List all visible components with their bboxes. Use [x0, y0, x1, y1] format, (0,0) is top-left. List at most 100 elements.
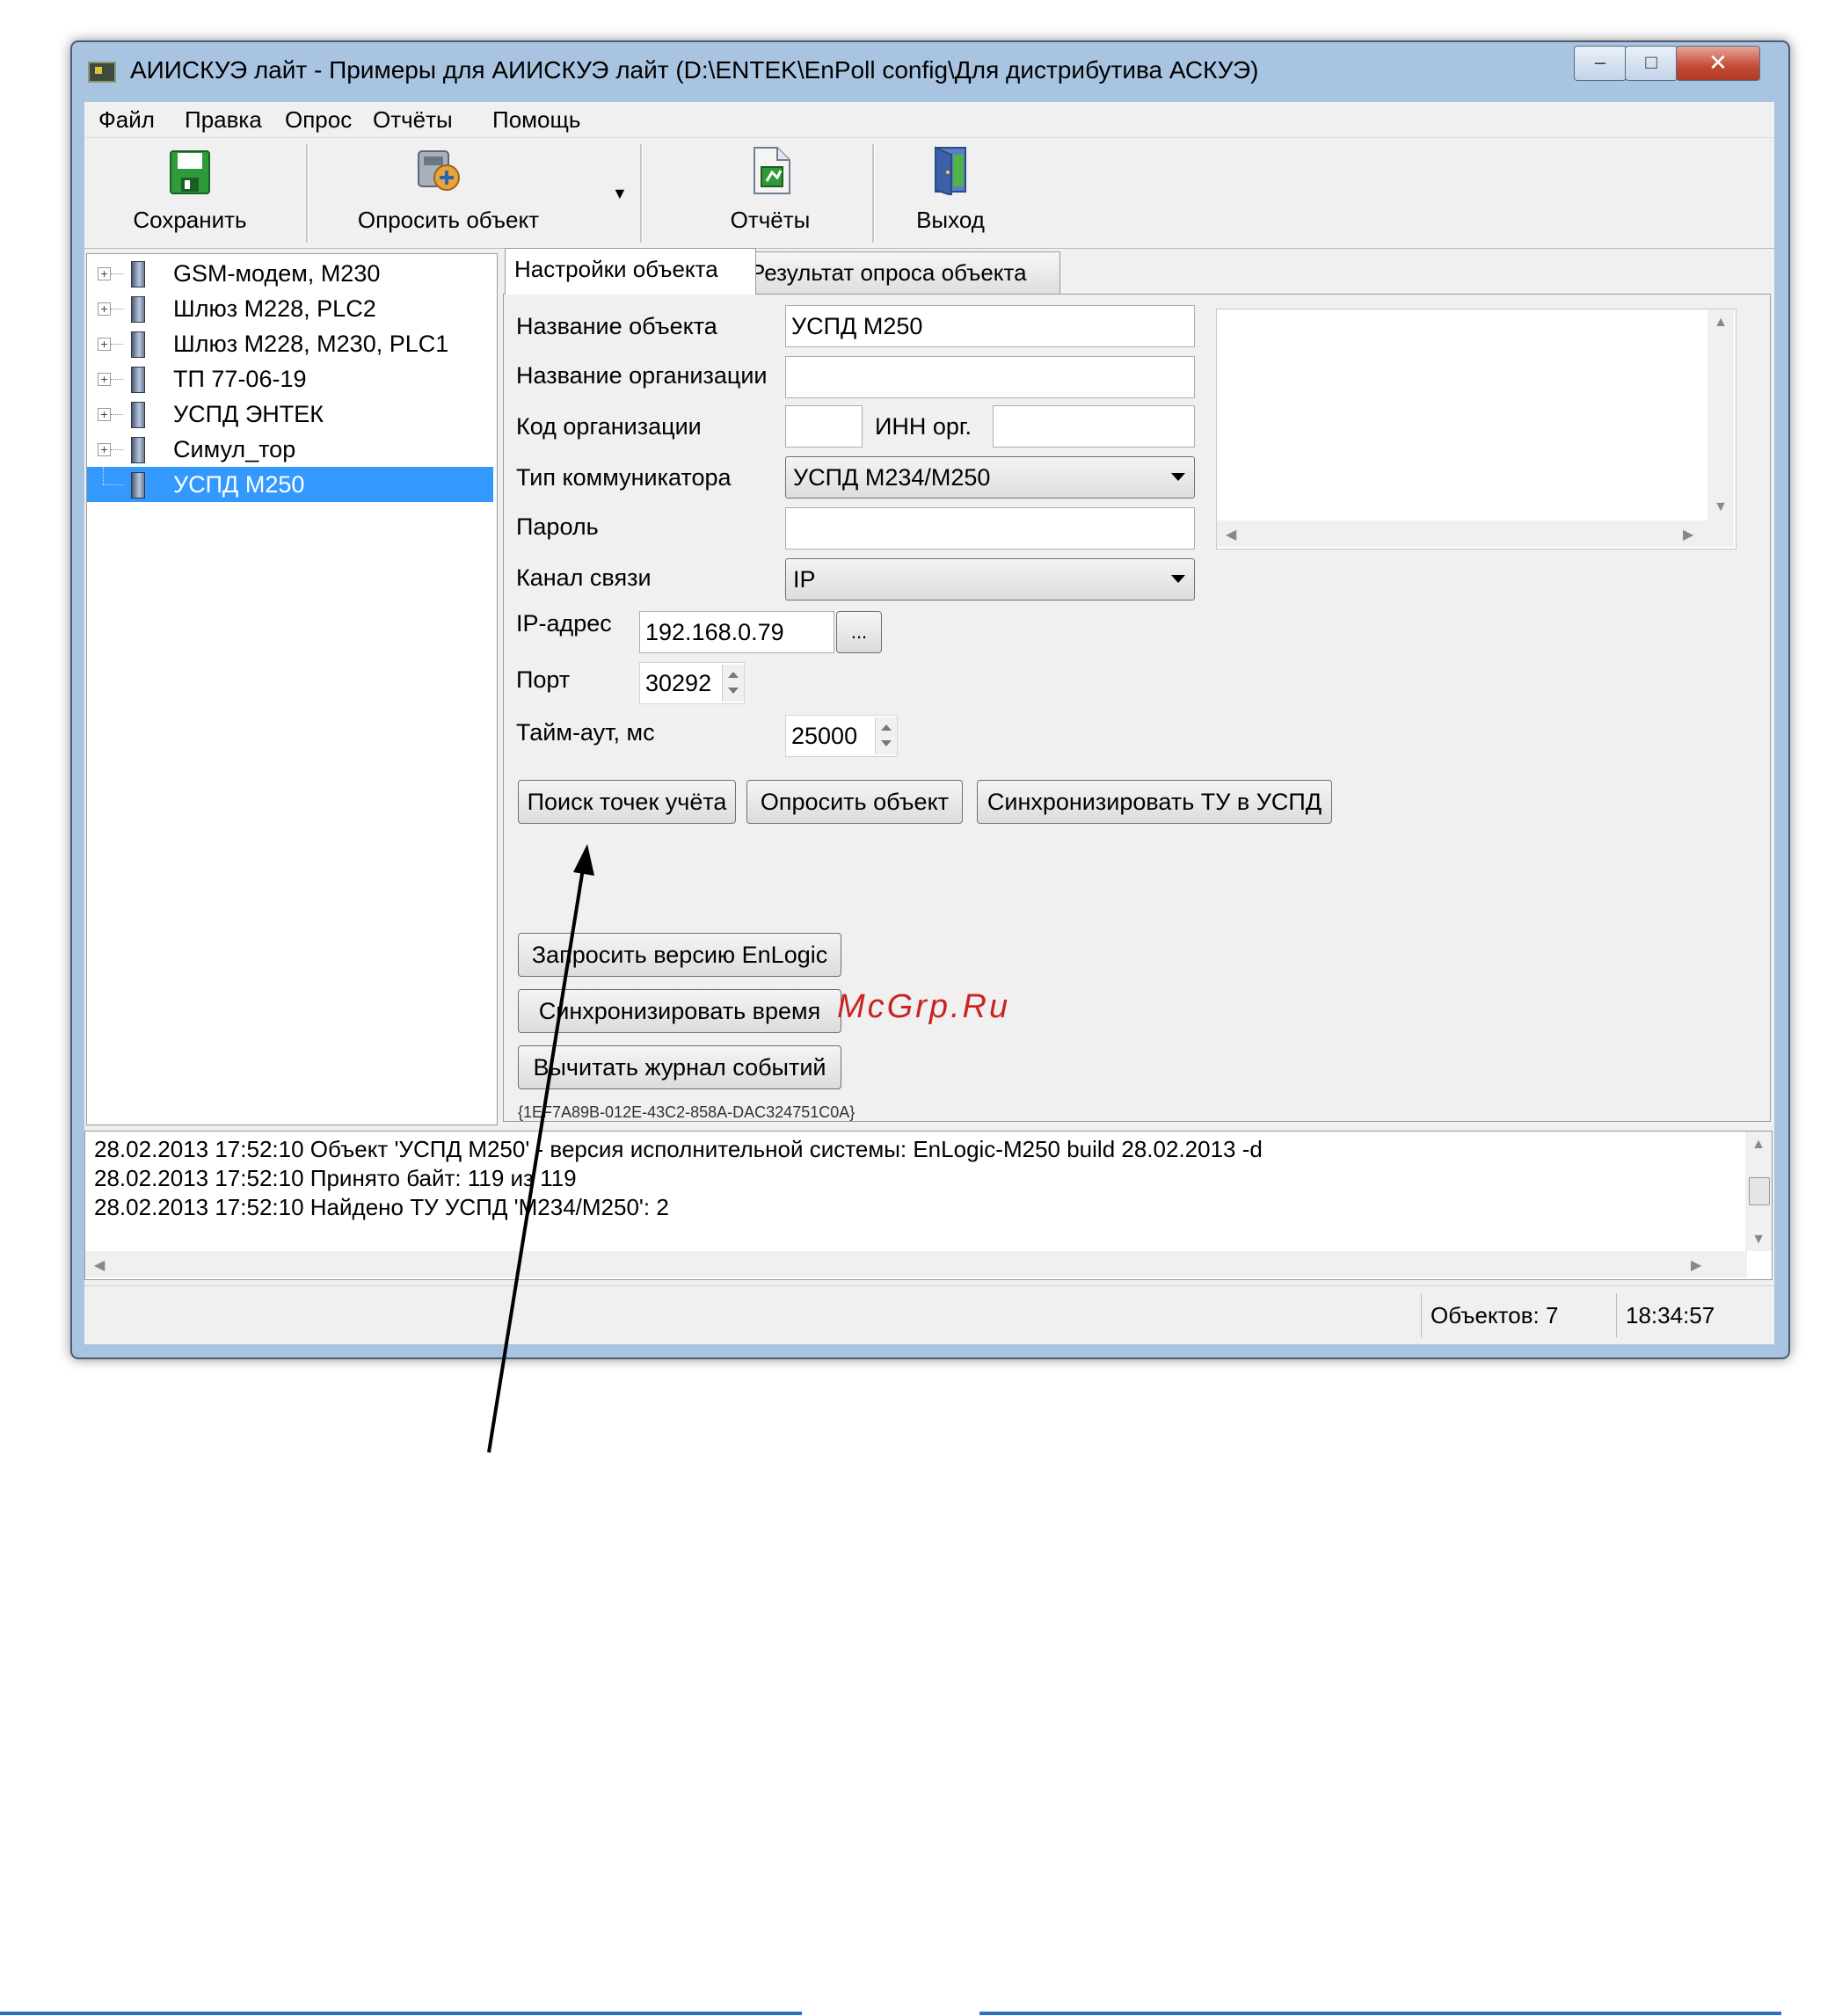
object-guid: {1EF7A89B-012E-43C2-858A-DAC324751C0A} [518, 1103, 855, 1121]
report-document-icon [754, 147, 790, 194]
sync-time-button[interactable]: Синхронизировать время [518, 989, 841, 1033]
password-label: Пароль [516, 513, 599, 540]
channel-select[interactable]: IP [785, 558, 1195, 600]
exit-label: Выход [916, 207, 985, 233]
timeout-field[interactable]: 25000 [785, 715, 898, 757]
title-bar[interactable]: АИИСКУЭ лайт - Примеры для АИИСКУЭ лайт … [72, 42, 1788, 98]
tree-item-label: GSM-модем, M230 [173, 260, 381, 287]
expand-plus-icon[interactable]: + [98, 373, 111, 386]
reports-button[interactable]: Отчёты [682, 139, 858, 248]
scroll-right-icon[interactable]: ▶ [1683, 526, 1693, 543]
scroll-down-icon[interactable]: ▼ [1707, 499, 1734, 515]
object-tree[interactable]: + GSM-модем, M230 + Шлюз M228, PLC2 + Шл… [86, 253, 498, 1125]
tree-item-selected[interactable]: УСПД M250 [87, 467, 493, 502]
org-code-label: Код организации [516, 413, 702, 440]
client-area: Файл Правка Опрос Отчёты Помощь Сохранит… [84, 102, 1774, 1344]
channel-value: IP [793, 566, 816, 593]
log-horizontal-scrollbar[interactable]: ◀ ▶ [85, 1251, 1747, 1277]
scroll-up-icon[interactable]: ▲ [1745, 1137, 1772, 1153]
tree-item[interactable]: + Шлюз M228, PLC2 [87, 291, 493, 326]
device-icon [131, 261, 145, 287]
tab-control: Настройки объекта Результат опроса объек… [503, 248, 1771, 1125]
timeout-spinner[interactable] [875, 717, 897, 754]
window-title: АИИСКУЭ лайт - Примеры для АИИСКУЭ лайт … [130, 56, 1259, 84]
notes-memo[interactable]: ▲ ▼ ◀ ▶ [1216, 309, 1736, 549]
app-window: АИИСКУЭ лайт - Примеры для АИИСКУЭ лайт … [70, 40, 1790, 1359]
tab-poll-result[interactable]: Результат опроса объекта [740, 251, 1060, 295]
device-icon [131, 472, 145, 499]
menu-poll[interactable]: Опрос [285, 102, 352, 137]
read-log-button[interactable]: Вычитать журнал событий [518, 1045, 841, 1089]
object-name-field[interactable]: УСПД М250 [785, 305, 1195, 347]
request-version-button[interactable]: Запросить версию EnLogic [518, 933, 841, 977]
find-points-button[interactable]: Поиск точек учёта [518, 780, 736, 824]
org-name-field[interactable] [785, 356, 1195, 398]
tree-item[interactable]: + ТП 77-06-19 [87, 361, 493, 397]
expand-plus-icon[interactable]: + [98, 338, 111, 351]
comm-type-select[interactable]: УСПД М234/М250 [785, 456, 1195, 499]
port-value: 30292 [645, 670, 712, 696]
tree-item[interactable]: + Симул_тор [87, 432, 493, 467]
poll-object-form-button[interactable]: Опросить объект [746, 780, 963, 824]
org-code-field[interactable] [785, 405, 863, 448]
ip-browse-button[interactable]: ... [836, 611, 882, 653]
tree-item-label: ТП 77-06-19 [173, 366, 307, 392]
menu-help[interactable]: Помощь [492, 102, 580, 137]
maximize-button[interactable]: □ [1625, 46, 1678, 81]
log-line: 28.02.2013 17:52:10 Найдено ТУ УСПД 'M23… [94, 1194, 669, 1220]
status-time: 18:34:57 [1616, 1293, 1758, 1337]
toolbar-separator [872, 144, 875, 243]
device-icon [131, 437, 145, 463]
menu-edit[interactable]: Правка [185, 102, 262, 137]
scroll-thumb[interactable] [1749, 1177, 1770, 1205]
poll-object-button[interactable]: Опросить объект [318, 139, 579, 248]
scroll-left-icon[interactable]: ◀ [94, 1256, 105, 1274]
comm-type-value: УСПД М234/М250 [793, 464, 991, 491]
port-label: Порт [516, 666, 571, 693]
menu-file[interactable]: Файл [98, 102, 155, 137]
log-vertical-scrollbar[interactable]: ▲ ▼ [1745, 1132, 1772, 1251]
ip-address-field[interactable]: 192.168.0.79 [639, 611, 834, 653]
tab-object-settings[interactable]: Настройки объекта [505, 248, 756, 295]
memo-vertical-scrollbar[interactable]: ▲ ▼ [1707, 309, 1734, 520]
poll-dropdown-icon[interactable]: ▼ [612, 185, 628, 203]
poll-object-label: Опросить объект [357, 207, 540, 233]
tree-item[interactable]: + GSM-модем, M230 [87, 256, 493, 291]
expand-plus-icon[interactable]: + [98, 408, 111, 421]
poll-object-icon [418, 150, 460, 191]
port-field[interactable]: 30292 [639, 662, 745, 704]
device-icon [131, 402, 145, 428]
tree-item-label: Шлюз M228, PLC2 [173, 295, 376, 322]
objects-count: Объектов: 7 [1421, 1293, 1606, 1337]
inn-label: ИНН орг. [875, 413, 972, 440]
object-name-label: Название объекта [516, 313, 717, 339]
expand-plus-icon[interactable]: + [98, 267, 111, 280]
scroll-up-icon[interactable]: ▲ [1707, 315, 1734, 331]
toolbar: Сохранить Опросить объект ▼ Отчёты Выход [84, 139, 1774, 249]
minimize-button[interactable]: – [1574, 46, 1627, 81]
timeout-value: 25000 [791, 723, 858, 749]
scroll-down-icon[interactable]: ▼ [1745, 1232, 1772, 1248]
event-log[interactable]: 28.02.2013 17:52:10 Объект 'УСПД M250' -… [84, 1131, 1773, 1280]
password-field[interactable] [785, 507, 1195, 549]
inn-field[interactable] [993, 405, 1195, 448]
expand-plus-icon[interactable]: + [98, 443, 111, 456]
close-button[interactable]: ✕ [1676, 46, 1760, 81]
exit-button[interactable]: Выход [885, 139, 1016, 248]
tree-item-label: Симул_тор [173, 436, 296, 462]
device-icon [131, 367, 145, 393]
log-line: 28.02.2013 17:52:10 Принято байт: 119 из… [94, 1165, 577, 1191]
scroll-left-icon[interactable]: ◀ [1226, 526, 1236, 543]
port-spinner[interactable] [722, 665, 744, 702]
tree-item[interactable]: + Шлюз M228, M230, PLC1 [87, 326, 493, 361]
tree-item-label: УСПД ЭНТЕК [173, 401, 324, 427]
bottom-divider [979, 2012, 1781, 2015]
scroll-right-icon[interactable]: ▶ [1691, 1256, 1701, 1274]
tree-item[interactable]: + УСПД ЭНТЕК [87, 397, 493, 432]
memo-horizontal-scrollbar[interactable]: ◀ ▶ [1217, 520, 1734, 547]
log-line: 28.02.2013 17:52:10 Объект 'УСПД M250' -… [94, 1136, 1263, 1162]
expand-plus-icon[interactable]: + [98, 302, 111, 316]
menu-reports[interactable]: Отчёты [373, 102, 453, 137]
sync-tu-button[interactable]: Синхронизировать ТУ в УСПД [977, 780, 1332, 824]
save-button[interactable]: Сохранить [111, 139, 269, 248]
